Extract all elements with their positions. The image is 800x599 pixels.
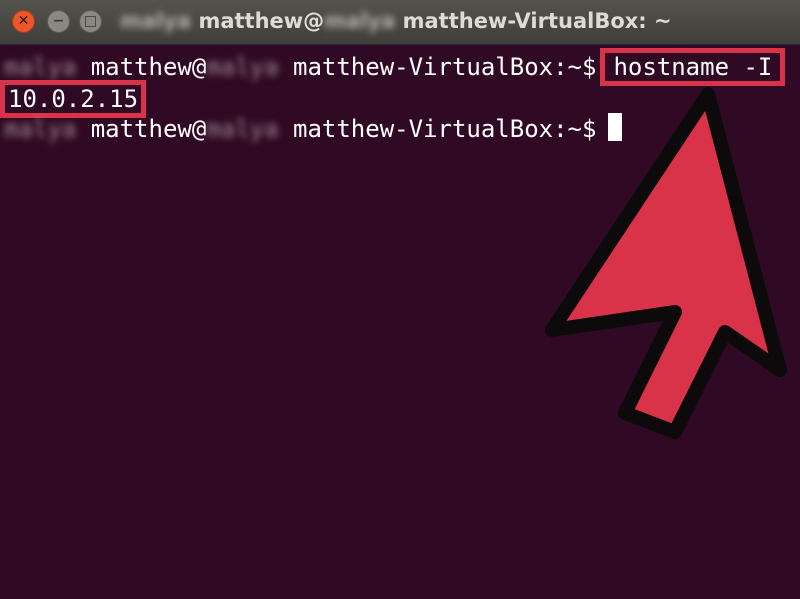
terminal-window: ✕ − □ malya matthew@malya matthew-Virtua… bbox=[0, 0, 800, 599]
title-bar[interactable]: ✕ − □ malya matthew@malya matthew-Virtua… bbox=[0, 0, 800, 45]
output-line: 10.0.2.15 bbox=[0, 80, 147, 118]
blurred-username: malya bbox=[206, 115, 279, 143]
blurred-username: malya bbox=[206, 53, 279, 81]
title-user: matthew@ bbox=[198, 9, 325, 33]
blurred-username: malya bbox=[4, 115, 77, 143]
maximize-button[interactable]: □ bbox=[79, 10, 102, 33]
close-button[interactable]: ✕ bbox=[12, 10, 35, 33]
blurred-username: malya bbox=[324, 9, 396, 33]
title-host: matthew-VirtualBox: ~ bbox=[402, 9, 672, 33]
minimize-icon: − bbox=[52, 13, 65, 29]
prompt-user: matthew@ bbox=[90, 115, 207, 143]
window-title: malya matthew@malya matthew-VirtualBox: … bbox=[120, 9, 710, 33]
prompt-line: malya matthew@malya matthew-VirtualBox:~… bbox=[4, 48, 786, 86]
maximize-icon: □ bbox=[83, 13, 98, 29]
minimize-button[interactable]: − bbox=[47, 10, 70, 33]
blurred-username: malya bbox=[120, 9, 192, 33]
blurred-username: malya bbox=[4, 53, 77, 81]
prompt-host-path: matthew-VirtualBox:~$ bbox=[293, 53, 597, 81]
up-left-arrow-icon bbox=[545, 87, 787, 439]
prompt-user: matthew@ bbox=[90, 53, 207, 81]
close-icon: ✕ bbox=[17, 13, 30, 29]
